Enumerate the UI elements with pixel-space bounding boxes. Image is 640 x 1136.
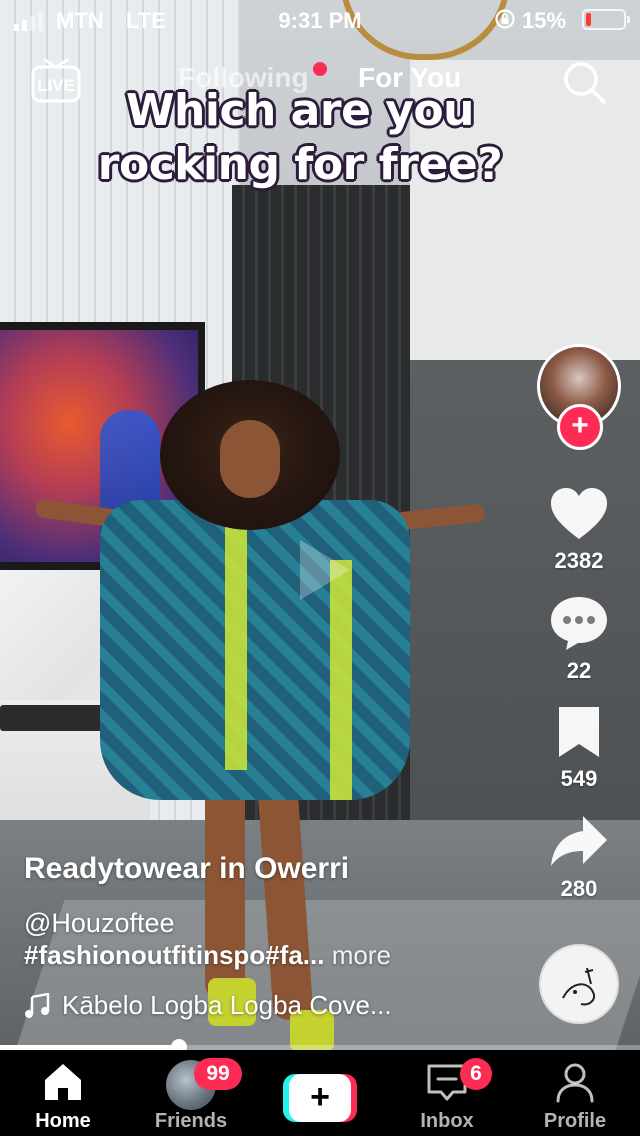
media-device xyxy=(0,705,105,731)
caption-line-1: Which are you xyxy=(126,85,474,136)
share-count: 280 xyxy=(560,876,598,901)
status-bar: MTN LTE 9:31 PM 15% xyxy=(0,0,640,40)
like-button[interactable]: 2382 xyxy=(536,486,622,574)
profile-icon xyxy=(556,1063,594,1103)
plus-icon: + xyxy=(289,1074,351,1122)
bookmark-count: 549 xyxy=(560,766,598,791)
bookmark-button[interactable]: 549 xyxy=(536,704,622,792)
play-icon xyxy=(300,540,350,600)
music-track[interactable]: Kābelo Logba Logba Cove... xyxy=(24,990,392,1021)
tab-home-label: Home xyxy=(35,1110,91,1132)
rotation-lock-icon xyxy=(495,9,515,29)
music-disc[interactable] xyxy=(539,944,619,1024)
battery-level xyxy=(586,13,591,26)
share-arrow-icon xyxy=(551,816,607,866)
music-note-icon xyxy=(25,992,50,1018)
heart-icon xyxy=(551,488,607,539)
tab-friends-label: Friends xyxy=(154,1110,228,1132)
post-title: Readytowear in Owerri xyxy=(24,852,350,885)
battery-percent: 15% xyxy=(522,8,567,33)
tab-profile[interactable]: Profile xyxy=(520,1050,630,1136)
tab-friends[interactable]: 99 Friends xyxy=(136,1050,246,1136)
post-hashtags[interactable]: #fashionoutfitinspo#fa... more xyxy=(24,940,391,971)
hashtag-text[interactable]: #fashionoutfitinspo#fa... xyxy=(24,940,324,970)
battery-icon xyxy=(582,9,630,30)
sound-sketch-icon xyxy=(562,967,595,1006)
caption-line-2: rocking for free? xyxy=(97,139,503,190)
creator-username[interactable]: @Houzoftee xyxy=(24,908,175,939)
share-button[interactable]: 280 xyxy=(536,814,622,902)
video-caption-overlay: Which are you rocking for free? xyxy=(0,84,600,192)
person-face xyxy=(220,420,280,498)
bottom-tab-bar: Home 99 Friends + 6 Inbox Profile xyxy=(0,1050,640,1136)
tab-inbox-label: Inbox xyxy=(420,1110,474,1132)
tab-inbox[interactable]: 6 Inbox xyxy=(392,1050,502,1136)
new-content-dot xyxy=(313,62,327,76)
comment-button[interactable]: 22 xyxy=(536,594,622,684)
like-count: 2382 xyxy=(554,548,604,573)
dress-trim-left xyxy=(225,500,247,770)
tab-home[interactable]: Home xyxy=(8,1050,118,1136)
inbox-badge: 6 xyxy=(460,1058,492,1090)
comment-icon xyxy=(551,597,607,650)
comment-count: 22 xyxy=(566,658,592,683)
bookmark-icon xyxy=(559,707,599,757)
home-icon xyxy=(45,1064,81,1100)
follow-button[interactable]: + xyxy=(557,404,603,450)
create-button[interactable]: + xyxy=(283,1074,357,1122)
friends-badge: 99 xyxy=(194,1058,242,1090)
tab-profile-label: Profile xyxy=(543,1110,607,1132)
more-link[interactable]: more xyxy=(332,940,391,970)
music-track-name: Kābelo Logba Logba Cove... xyxy=(62,990,392,1020)
